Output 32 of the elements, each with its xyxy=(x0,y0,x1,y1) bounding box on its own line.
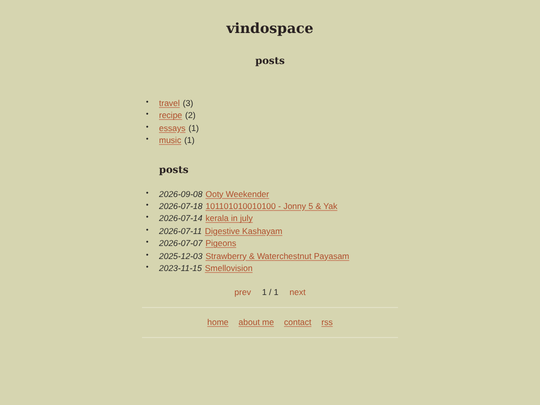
post-date: 2026-07-11 xyxy=(159,224,202,238)
post-date: 2026-07-14 xyxy=(159,212,202,225)
post-link[interactable]: Strawberry & Waterchestnut Payasam xyxy=(205,250,350,262)
footer-link[interactable]: home xyxy=(207,317,229,328)
footer-link[interactable]: about me xyxy=(238,317,274,328)
tag-count: (1) xyxy=(188,122,199,134)
site-title: vindospace xyxy=(225,21,314,37)
post-date: 2026-07-18 xyxy=(159,200,202,212)
post-link[interactable]: Ooty Weekender xyxy=(205,188,270,200)
post-date: 2026-07-07 xyxy=(159,237,202,250)
tag-link[interactable]: travel xyxy=(159,97,180,110)
post-date: 2026-09-08 xyxy=(159,188,202,200)
tag-link[interactable]: music xyxy=(159,134,182,147)
post-link[interactable]: kerala in july xyxy=(205,212,253,225)
tag-link[interactable]: essays xyxy=(159,122,186,134)
post-date: 2023-11-15 xyxy=(159,262,202,274)
tag-link[interactable]: recipe xyxy=(159,109,182,122)
post-link[interactable]: Smellovision xyxy=(204,262,253,274)
tag-count: (2) xyxy=(185,109,196,122)
post-link[interactable]: 101101010010100 - Jonny 5 & Yak xyxy=(205,200,338,212)
post-link[interactable]: Pigeons xyxy=(205,237,236,250)
tag-count: (3) xyxy=(182,97,194,110)
post-link[interactable]: Digestive Kashayam xyxy=(204,224,282,238)
next-link[interactable]: next xyxy=(290,287,306,298)
footer-link[interactable]: rss xyxy=(321,317,333,328)
post-date: 2025-12-03 xyxy=(159,250,202,262)
posts-heading: posts xyxy=(159,164,190,176)
tag-count: (1) xyxy=(184,134,195,147)
footer-link[interactable]: contact xyxy=(284,317,312,328)
prev-link[interactable]: prev xyxy=(234,287,251,298)
page-heading: posts xyxy=(254,56,286,67)
page-indicator: 1 / 1 xyxy=(262,287,278,298)
